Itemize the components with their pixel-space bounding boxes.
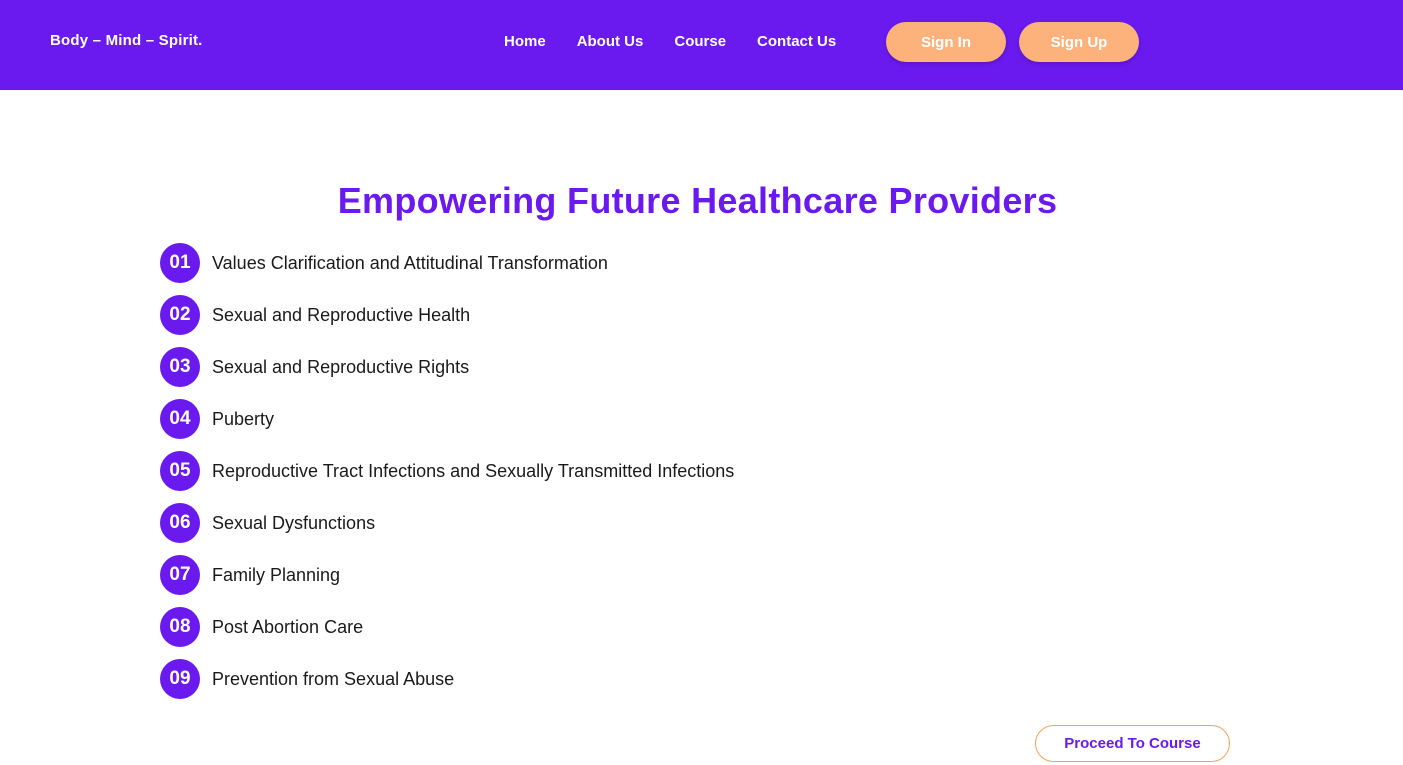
nav-about-us-link[interactable]: About Us xyxy=(577,33,644,50)
topic-number-badge: 02 xyxy=(160,295,200,335)
topic-item: 08 Post Abortion Care xyxy=(160,607,734,647)
topic-item: 05 Reproductive Tract Infections and Sex… xyxy=(160,451,734,491)
topic-label: Puberty xyxy=(212,408,275,429)
sign-up-button[interactable]: Sign Up xyxy=(1019,22,1139,62)
topic-item: 03 Sexual and Reproductive Rights xyxy=(160,347,734,387)
topic-item: 04 Puberty xyxy=(160,399,734,439)
nav-contact-us-link[interactable]: Contact Us xyxy=(757,33,836,50)
top-navbar: Body – Mind – Spirit. Home About Us Cour… xyxy=(0,0,1403,90)
topic-label: Family Planning xyxy=(212,564,341,585)
topic-label: Prevention from Sexual Abuse xyxy=(212,668,455,689)
brand-logo-text[interactable]: Body – Mind – Spirit. xyxy=(50,32,203,49)
nav-home-link[interactable]: Home xyxy=(504,33,546,50)
topic-label: Sexual Dysfunctions xyxy=(212,512,376,533)
topic-item: 06 Sexual Dysfunctions xyxy=(160,503,734,543)
topic-number-badge: 06 xyxy=(160,503,200,543)
topic-number-badge: 03 xyxy=(160,347,200,387)
topic-item: 02 Sexual and Reproductive Health xyxy=(160,295,734,335)
topic-number-badge: 09 xyxy=(160,659,200,699)
topic-number-badge: 04 xyxy=(160,399,200,439)
topic-label: Sexual and Reproductive Health xyxy=(212,304,471,325)
topic-label: Reproductive Tract Infections and Sexual… xyxy=(212,460,735,481)
main-nav: Home About Us Course Contact Us xyxy=(504,33,867,50)
topic-number-badge: 08 xyxy=(160,607,200,647)
topic-item: 09 Prevention from Sexual Abuse xyxy=(160,659,734,699)
topic-item: 01 Values Clarification and Attitudinal … xyxy=(160,243,734,283)
topic-number-badge: 05 xyxy=(160,451,200,491)
sign-in-button[interactable]: Sign In xyxy=(886,22,1006,62)
nav-course-link[interactable]: Course xyxy=(674,33,726,50)
proceed-to-course-button[interactable]: Proceed To Course xyxy=(1035,725,1230,762)
topic-item: 07 Family Planning xyxy=(160,555,734,595)
topic-label: Sexual and Reproductive Rights xyxy=(212,356,470,377)
topic-label: Post Abortion Care xyxy=(212,616,364,637)
topic-label: Values Clarification and Attitudinal Tra… xyxy=(212,252,608,273)
topic-number-badge: 01 xyxy=(160,243,200,283)
topic-number-badge: 07 xyxy=(160,555,200,595)
page-title: Empowering Future Healthcare Providers xyxy=(337,180,1058,221)
course-topic-list: 01 Values Clarification and Attitudinal … xyxy=(160,243,734,711)
